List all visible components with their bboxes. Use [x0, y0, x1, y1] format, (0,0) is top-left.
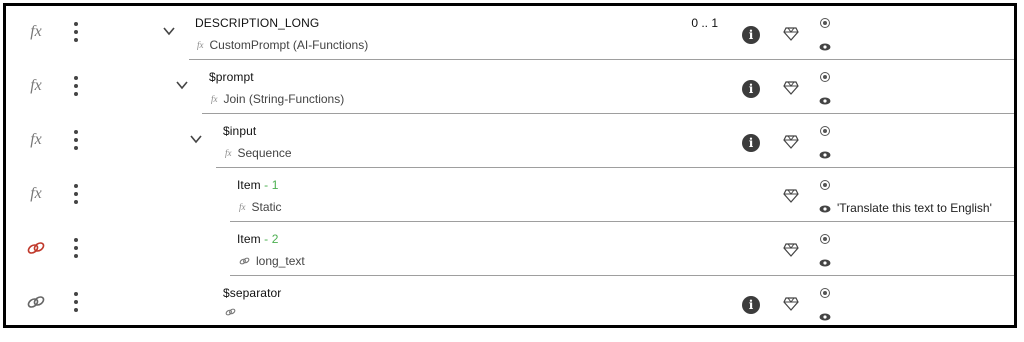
- eye-icon[interactable]: [819, 205, 831, 213]
- function-subtitle[interactable]: fx CustomPrompt (AI-Functions): [197, 38, 368, 52]
- field-name[interactable]: $prompt: [209, 70, 254, 84]
- radio-icon[interactable]: [820, 234, 830, 244]
- info-icon[interactable]: i: [742, 80, 760, 98]
- function-icon[interactable]: fx: [24, 74, 48, 98]
- row-content: DESCRIPTION_LONG fx CustomPrompt (AI-Func…: [189, 6, 1014, 60]
- gem-icon[interactable]: [783, 27, 799, 41]
- radio-icon[interactable]: [820, 126, 830, 136]
- field-name[interactable]: $input: [223, 124, 256, 138]
- row-content: $input fx Sequence i: [216, 114, 1014, 168]
- tree-row[interactable]: Item - 2 long_text: [6, 222, 1014, 276]
- radio-icon[interactable]: [820, 72, 830, 82]
- tree-row[interactable]: fx Item - 1 fx Static 'Translate this tex…: [6, 168, 1014, 222]
- function-icon: fx: [211, 94, 218, 104]
- gem-icon[interactable]: [783, 243, 799, 257]
- link-icon[interactable]: [24, 236, 48, 260]
- field-name[interactable]: DESCRIPTION_LONG: [195, 16, 319, 30]
- tree-row[interactable]: $separator i: [6, 276, 1014, 328]
- row-content: $separator i: [216, 276, 1014, 328]
- gem-icon[interactable]: [783, 135, 799, 149]
- function-icon[interactable]: fx: [24, 20, 48, 44]
- function-subtitle[interactable]: fx Join (String-Functions): [211, 92, 344, 106]
- more-vert-icon[interactable]: [72, 292, 80, 312]
- mapping-tree-panel: fx DESCRIPTION_LONG fx CustomPrompt (AI-F…: [3, 3, 1017, 328]
- function-icon[interactable]: fx: [24, 128, 48, 152]
- eye-icon[interactable]: [819, 313, 831, 321]
- radio-icon[interactable]: [820, 18, 830, 28]
- tree-row[interactable]: fx $input fx Sequence i: [6, 114, 1014, 168]
- field-name[interactable]: $separator: [223, 286, 281, 300]
- chevron-down-icon[interactable]: [162, 24, 176, 38]
- link-icon: [239, 257, 250, 265]
- function-icon: fx: [225, 148, 232, 158]
- function-icon: fx: [239, 202, 246, 212]
- row-content: $prompt fx Join (String-Functions) i: [202, 60, 1014, 114]
- info-icon[interactable]: i: [742, 26, 760, 44]
- link-icon[interactable]: [24, 290, 48, 314]
- link-subtitle[interactable]: long_text: [239, 254, 305, 268]
- tree-row[interactable]: fx $prompt fx Join (String-Functions) i: [6, 60, 1014, 114]
- radio-icon[interactable]: [820, 180, 830, 190]
- chevron-down-icon[interactable]: [175, 78, 189, 92]
- function-subtitle[interactable]: fx Sequence: [225, 146, 292, 160]
- more-vert-icon[interactable]: [72, 184, 80, 204]
- more-vert-icon[interactable]: [72, 22, 80, 42]
- function-subtitle[interactable]: fx Static: [239, 200, 282, 214]
- row-content: Item - 1 fx Static 'Translate this text t…: [230, 168, 1014, 222]
- more-vert-icon[interactable]: [72, 238, 80, 258]
- eye-icon[interactable]: [819, 259, 831, 267]
- field-name[interactable]: Item - 2: [237, 232, 279, 246]
- gem-icon[interactable]: [783, 189, 799, 203]
- field-name[interactable]: Item - 1: [237, 178, 279, 192]
- eye-icon[interactable]: [819, 151, 831, 159]
- function-icon: fx: [197, 40, 204, 50]
- link-subtitle[interactable]: [225, 308, 242, 316]
- info-icon[interactable]: i: [742, 134, 760, 152]
- chevron-down-icon[interactable]: [189, 132, 203, 146]
- eye-icon[interactable]: [819, 43, 831, 51]
- gem-icon[interactable]: [783, 81, 799, 95]
- function-icon[interactable]: fx: [24, 182, 48, 206]
- eye-icon[interactable]: [819, 97, 831, 105]
- more-vert-icon[interactable]: [72, 130, 80, 150]
- cardinality: 0 .. 1: [691, 16, 718, 30]
- tree-row[interactable]: fx DESCRIPTION_LONG fx CustomPrompt (AI-F…: [6, 6, 1014, 60]
- link-icon: [225, 308, 236, 316]
- info-icon[interactable]: i: [742, 296, 760, 314]
- row-content: Item - 2 long_text: [230, 222, 1014, 276]
- more-vert-icon[interactable]: [72, 76, 80, 96]
- radio-icon[interactable]: [820, 288, 830, 298]
- static-value[interactable]: 'Translate this text to English': [837, 201, 992, 215]
- gem-icon[interactable]: [783, 297, 799, 311]
